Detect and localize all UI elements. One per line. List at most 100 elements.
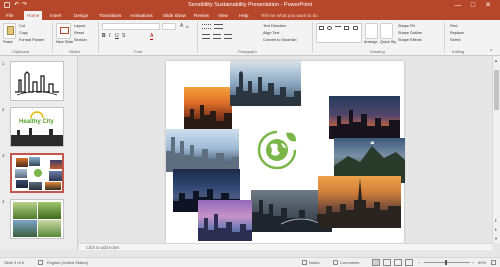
close-button[interactable]: ✕ — [482, 1, 494, 10]
slide-thumbnail-1[interactable] — [10, 61, 64, 101]
shadow-icon[interactable]: S — [122, 33, 125, 39]
shape-effects-button[interactable]: Shape Effects — [398, 38, 422, 42]
tab-design[interactable]: Design — [71, 11, 91, 20]
slideshow-icon[interactable] — [405, 259, 413, 266]
normal-view-icon[interactable] — [372, 259, 380, 266]
slide-thumbnail-4[interactable] — [10, 199, 64, 239]
cut-button[interactable]: Cut — [19, 24, 25, 28]
tab-animations[interactable]: Animations — [127, 11, 156, 20]
underline-icon[interactable]: U — [115, 33, 119, 39]
scroll-up-icon[interactable]: ▲ — [494, 58, 498, 63]
slide-thumbnail-3[interactable] — [10, 153, 64, 193]
status-bar: Slide 3 of 5 English (United States) Not… — [0, 257, 500, 267]
text-direction-button[interactable]: Text Direction — [263, 24, 286, 28]
align-left-icon[interactable] — [202, 34, 210, 39]
mini-photo — [16, 158, 28, 167]
shrink-font-icon[interactable]: A — [186, 24, 189, 29]
group-label-slides: Slides — [69, 49, 80, 54]
scroll-down-icon[interactable]: ▼ — [494, 236, 498, 241]
photo-seattle-skyline[interactable] — [230, 61, 301, 106]
zoom-in-icon[interactable]: + — [472, 258, 474, 267]
zoom-out-icon[interactable]: − — [418, 258, 420, 267]
mini-photo — [38, 220, 61, 237]
slide-number: 4 — [2, 199, 5, 204]
tab-view[interactable]: View — [215, 11, 231, 20]
shapes-gallery[interactable] — [316, 23, 362, 43]
photo-sunset-city[interactable] — [184, 87, 232, 131]
notes-toggle[interactable]: Notes — [309, 258, 319, 267]
tab-home[interactable]: Home — [24, 11, 43, 20]
language-indicator[interactable]: English (United States) — [47, 258, 88, 267]
replace-button[interactable]: Replace — [450, 31, 464, 35]
photo-dubai-sunset[interactable] — [318, 176, 401, 228]
slide-thumbnail-2[interactable]: Healthy City — [10, 107, 64, 147]
arrange-button[interactable] — [365, 23, 378, 39]
align-center-icon[interactable] — [213, 34, 221, 39]
tab-help[interactable]: Help — [236, 11, 251, 20]
comments-icon[interactable] — [333, 260, 338, 265]
slide-sorter-icon[interactable] — [383, 259, 391, 266]
align-text-button[interactable]: Align Text — [263, 31, 279, 35]
sustainability-globe-logo[interactable] — [256, 129, 298, 171]
align-right-icon[interactable] — [224, 34, 232, 39]
convert-smartart-button[interactable]: Convert to SmartArt — [263, 38, 297, 42]
copy-button[interactable]: Copy — [19, 31, 28, 35]
tab-transitions[interactable]: Transitions — [96, 11, 124, 20]
fit-to-window-icon[interactable] — [491, 260, 496, 265]
group-divider — [444, 22, 445, 53]
photo-purple-skyline[interactable] — [198, 200, 252, 241]
zoom-level[interactable]: 59% — [478, 258, 486, 267]
notes-icon[interactable] — [302, 260, 307, 265]
format-painter-button[interactable]: Format Painter — [19, 38, 44, 42]
skyline-silhouette — [230, 71, 301, 106]
photo-panama-towers[interactable] — [166, 129, 239, 172]
photo-dusk-city[interactable] — [329, 96, 400, 139]
quick-styles-button[interactable] — [380, 23, 393, 39]
paste-button[interactable] — [3, 23, 16, 39]
zoom-slider[interactable] — [424, 262, 470, 263]
tab-review[interactable]: Review — [191, 11, 212, 20]
vertical-scrollbar[interactable]: ▲ ⇞ ⇟ ▼ — [492, 56, 500, 243]
mini-photo — [29, 157, 40, 166]
grow-font-icon[interactable]: A — [180, 23, 183, 29]
prev-slide-icon[interactable]: ⇞ — [494, 218, 497, 223]
tab-slide-show[interactable]: Slide Show — [160, 11, 189, 20]
tell-me-box[interactable]: Tell me what you want to do — [258, 11, 321, 20]
scroll-thumb[interactable] — [494, 70, 499, 110]
font-name-dropdown[interactable] — [102, 23, 160, 30]
paste-label: Paste — [3, 40, 13, 44]
reset-button[interactable]: Reset — [74, 31, 84, 35]
tab-file[interactable]: File — [3, 11, 16, 20]
minimize-button[interactable]: — — [452, 1, 464, 10]
shape-fill-button[interactable]: Shape Fill — [398, 24, 415, 28]
ribbon-home: Paste Cut Copy Format Painter Clipboard … — [0, 20, 500, 56]
maximize-button[interactable]: □ — [467, 1, 479, 10]
notes-pane[interactable]: Click to add notes — [79, 243, 492, 250]
reading-view-icon[interactable] — [394, 259, 402, 266]
comments-toggle[interactable]: Comments — [340, 258, 359, 267]
italic-icon[interactable]: I — [109, 33, 110, 39]
font-size-dropdown[interactable] — [162, 23, 176, 30]
slide-thumbnail-pane: 1 2 Healthy City 3 4 — [0, 56, 78, 250]
numbering-icon[interactable] — [214, 24, 223, 29]
next-slide-icon[interactable]: ⇟ — [494, 227, 497, 232]
mini-photo — [15, 169, 27, 178]
section-button[interactable]: Section — [74, 38, 87, 42]
font-color-icon[interactable]: A — [150, 33, 154, 40]
shape-outline-button[interactable]: Shape Outline — [398, 31, 422, 35]
current-slide[interactable] — [166, 61, 405, 245]
group-label-editing: Editing — [452, 49, 465, 54]
zoom-slider-thumb[interactable] — [445, 260, 447, 265]
bullets-icon[interactable] — [202, 24, 211, 29]
bold-icon[interactable]: B — [102, 33, 106, 39]
select-button[interactable]: Select — [450, 38, 461, 42]
collapse-ribbon-icon[interactable]: ^ — [490, 49, 492, 55]
tab-insert[interactable]: Insert — [47, 11, 65, 20]
new-slide-button[interactable] — [56, 23, 71, 39]
skyline-silhouette — [318, 178, 401, 228]
skyline-silhouette — [329, 110, 400, 139]
find-button[interactable]: Find — [450, 24, 457, 28]
oval-shape-icon — [327, 26, 332, 30]
spellcheck-icon[interactable] — [38, 260, 43, 265]
layout-button[interactable]: Layout — [74, 24, 85, 28]
